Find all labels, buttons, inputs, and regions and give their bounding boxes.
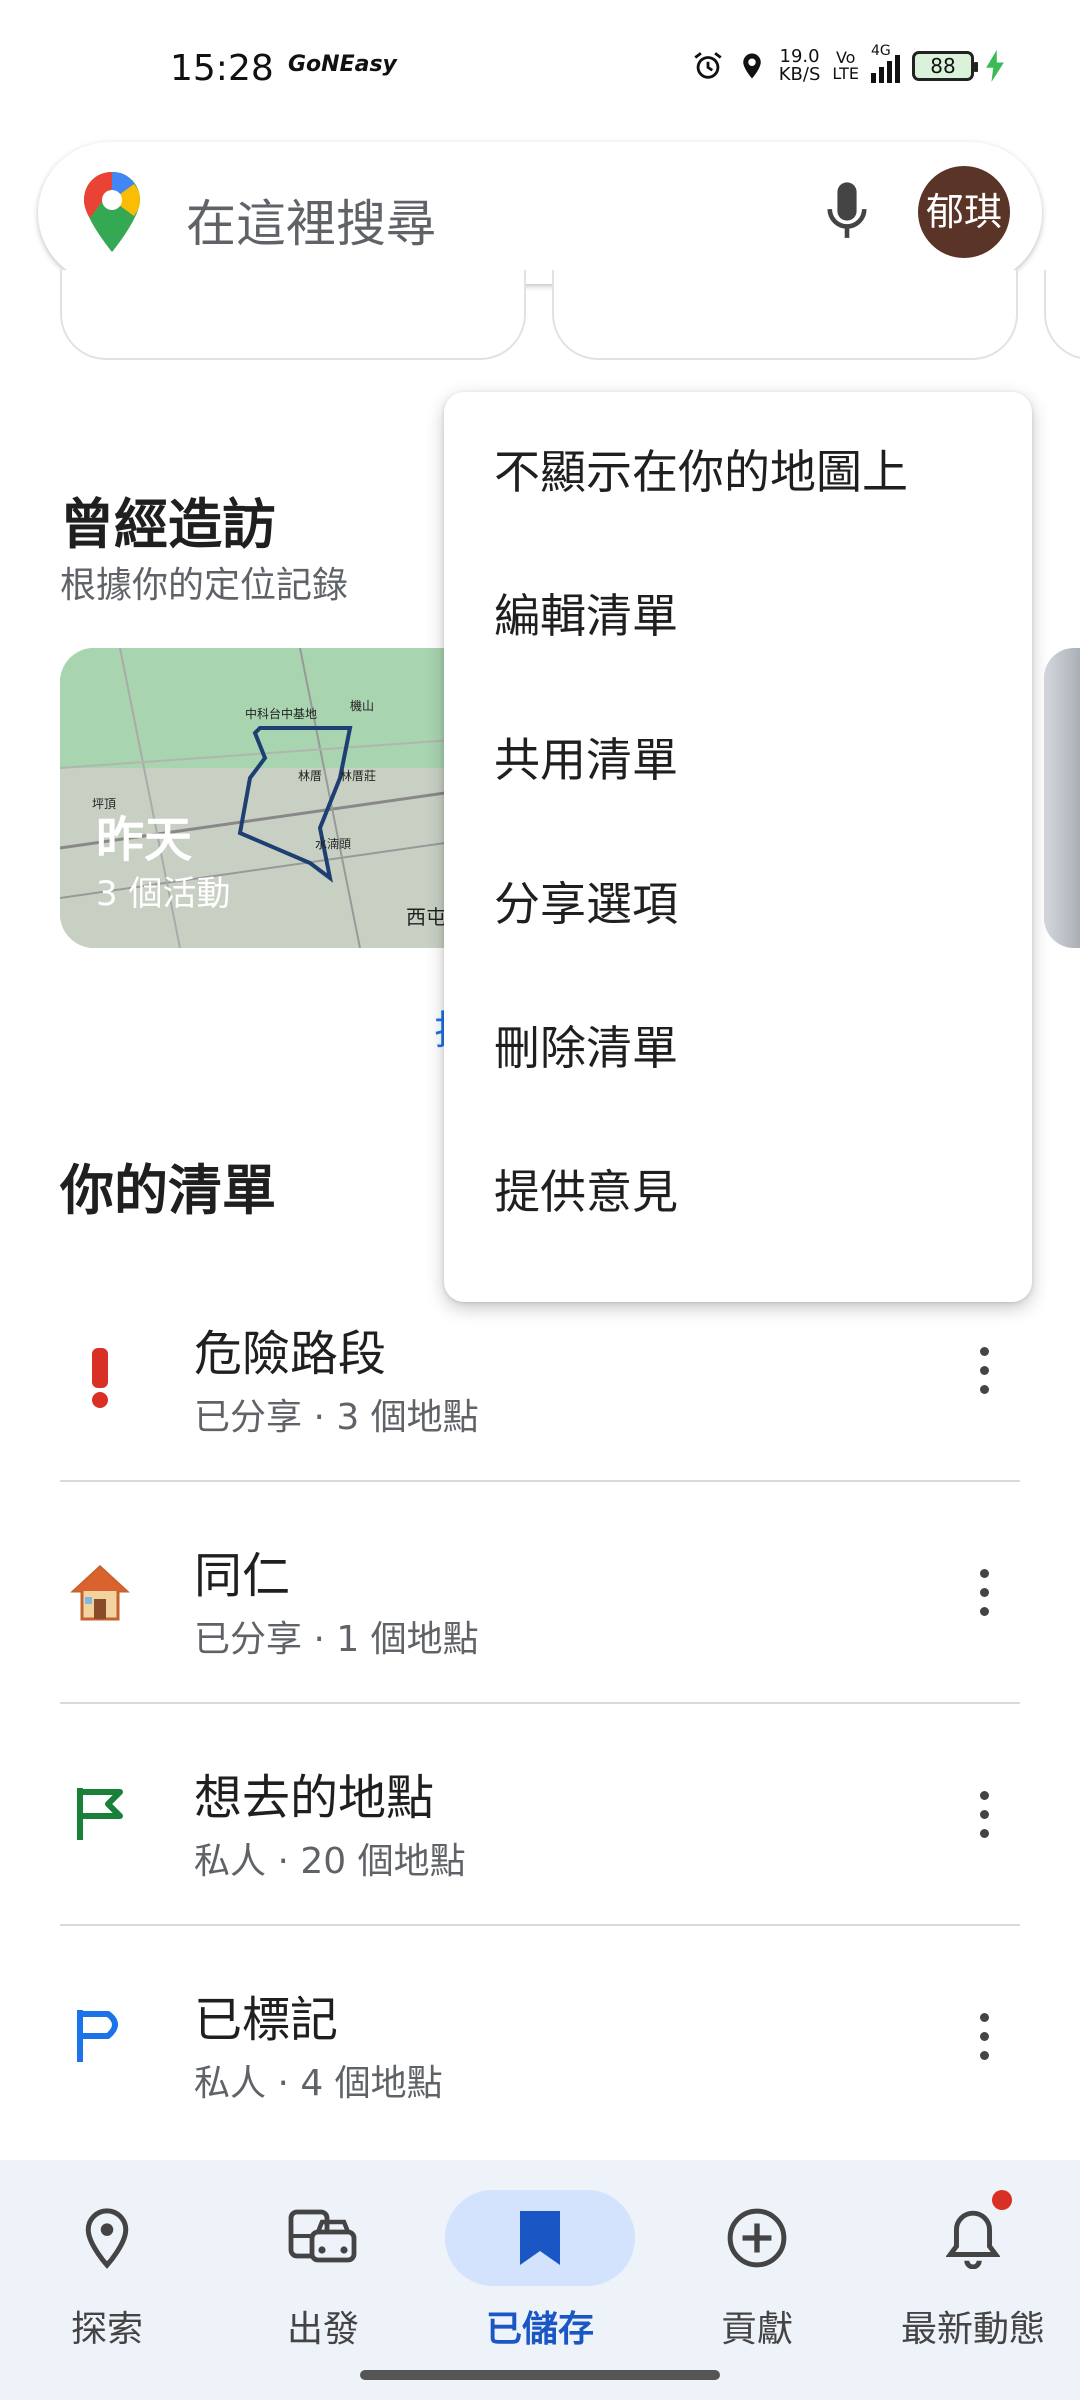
- charging-icon: [986, 50, 1004, 82]
- bell-icon: [878, 2190, 1068, 2286]
- chip-card-1[interactable]: [60, 270, 526, 360]
- more-options-icon[interactable]: [964, 1330, 1004, 1410]
- nav-label: 已儲存: [485, 2309, 594, 2350]
- list-item-meta: 已分享 · 3 個地點: [194, 1397, 479, 1438]
- list-item[interactable]: 想去的地點 私人 · 20 個地點: [0, 1744, 1080, 1966]
- mic-icon[interactable]: [824, 180, 870, 246]
- nav-go[interactable]: 出發: [223, 2180, 423, 2360]
- menu-item-edit-list[interactable]: 編輯清單: [444, 566, 1032, 710]
- nav-label: 探索: [70, 2309, 143, 2350]
- nav-updates[interactable]: 最新動態: [873, 2180, 1073, 2360]
- timeline-card[interactable]: 中科台中基地 機山 林厝 林厝莊 水湳頭 坪頂 西屯 昨天 3 個活動: [60, 648, 480, 948]
- list-options-menu: 不顯示在你的地圖上 編輯清單 共用清單 分享選項 刪除清單 提供意見: [444, 392, 1032, 1302]
- more-options-icon[interactable]: [964, 1774, 1004, 1854]
- list-item-name: 已標記: [194, 1992, 339, 2048]
- nav-label: 貢獻: [720, 2309, 793, 2350]
- divider: [60, 1702, 1020, 1704]
- chip-card-3[interactable]: [1044, 270, 1080, 360]
- bookmark-icon: [445, 2190, 635, 2286]
- explore-pin-icon: [12, 2190, 202, 2286]
- flag-outline-icon: [60, 1996, 140, 2076]
- list-item[interactable]: 危險路段 已分享 · 3 個地點: [0, 1300, 1080, 1522]
- app-logo-text: GoNEasy: [288, 52, 397, 77]
- notification-badge: [992, 2190, 1012, 2210]
- nav-label: 出發: [286, 2309, 359, 2350]
- net-speed: 19.0 KB/S: [778, 46, 821, 85]
- volte-indicator: Vo LTE: [832, 48, 859, 83]
- gesture-bar[interactable]: [360, 2370, 720, 2380]
- menu-item-hide-on-map[interactable]: 不顯示在你的地圖上: [444, 422, 1032, 566]
- map-label: 西屯: [406, 905, 446, 929]
- section-subtitle-visited: 根據你的定位記錄: [60, 565, 349, 606]
- bottom-navigation: 探索 出發 已儲存 貢獻 最新動態: [0, 2160, 1080, 2400]
- maps-pin-icon: [84, 172, 140, 252]
- location-icon: [743, 53, 761, 79]
- list-item-name: 危險路段: [194, 1326, 387, 1382]
- commute-icon: [228, 2190, 418, 2286]
- house-icon: [60, 1552, 140, 1632]
- map-label: 中科台中基地: [245, 706, 317, 721]
- more-options-icon[interactable]: [964, 1552, 1004, 1632]
- flag-icon: [60, 1774, 140, 1854]
- timeline-card-next[interactable]: [1044, 648, 1080, 948]
- chip-card-2[interactable]: [552, 270, 1018, 360]
- nav-saved[interactable]: 已儲存: [440, 2180, 640, 2360]
- section-title-lists: 你的清單: [60, 1159, 276, 1222]
- search-bar[interactable]: 在這裡搜尋 郁琪: [38, 142, 1042, 284]
- alarm-icon: [694, 52, 722, 79]
- nav-label: 最新動態: [900, 2309, 1045, 2350]
- menu-item-share-list[interactable]: 共用清單: [444, 710, 1032, 854]
- exclamation-icon: [60, 1338, 140, 1418]
- map-label: 水湳頭: [315, 836, 351, 851]
- status-bar: 15:28 GoNEasy 19.0 KB/S Vo LTE 4G 88: [0, 0, 1080, 140]
- divider: [60, 1924, 1020, 1926]
- list-item-name: 想去的地點: [194, 1770, 435, 1826]
- list-item-meta: 已分享 · 1 個地點: [194, 1619, 479, 1660]
- more-options-icon[interactable]: [964, 1996, 1004, 2076]
- map-label: 林厝: [298, 769, 322, 783]
- status-time: 15:28: [170, 48, 274, 89]
- account-avatar[interactable]: 郁琪: [918, 166, 1010, 258]
- timeline-day: 昨天: [96, 812, 193, 868]
- menu-item-delete-list[interactable]: 刪除清單: [444, 998, 1032, 1142]
- map-label: 機山: [350, 698, 374, 713]
- signal-icon: 4G: [871, 43, 900, 83]
- map-label: 林厝莊: [340, 769, 376, 783]
- battery-indicator: 88: [912, 51, 978, 81]
- divider: [60, 1480, 1020, 1482]
- list-item-meta: 私人 · 20 個地點: [194, 1841, 466, 1882]
- nav-explore[interactable]: 探索: [7, 2180, 207, 2360]
- status-icons: 19.0 KB/S Vo LTE 4G 88: [691, 43, 1004, 85]
- list-item-meta: 私人 · 4 個地點: [194, 2063, 443, 2104]
- nav-contribute[interactable]: 貢獻: [657, 2180, 857, 2360]
- list-item[interactable]: 已標記 私人 · 4 個地點: [0, 1966, 1080, 2188]
- list-item-name: 同仁: [194, 1548, 291, 1604]
- add-circle-icon: [662, 2190, 852, 2286]
- search-input[interactable]: 在這裡搜尋: [186, 184, 436, 256]
- menu-item-feedback[interactable]: 提供意見: [444, 1142, 1032, 1286]
- menu-item-sharing-options[interactable]: 分享選項: [444, 854, 1032, 998]
- list-item[interactable]: 同仁 已分享 · 1 個地點: [0, 1522, 1080, 1744]
- section-title-visited: 曾經造訪: [60, 493, 276, 556]
- timeline-activity-count: 3 個活動: [96, 874, 231, 914]
